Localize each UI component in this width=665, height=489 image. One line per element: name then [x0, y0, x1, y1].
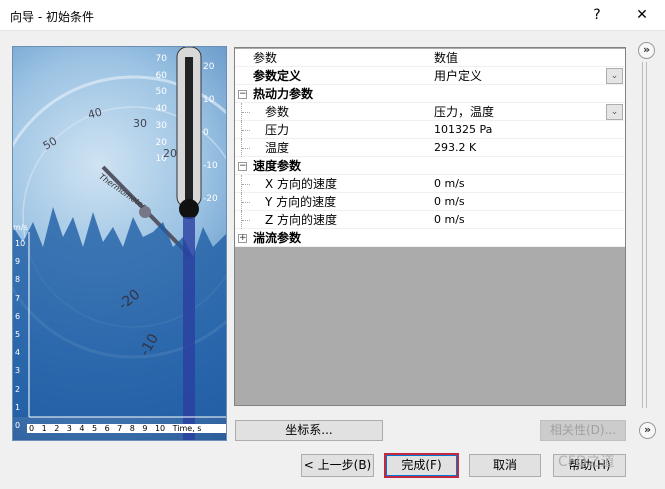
row-label: 温度 — [265, 141, 290, 155]
thermo-tick: 60 — [155, 70, 167, 81]
chevron-down-icon[interactable]: ⌄ — [606, 68, 623, 84]
x-tick: 5 — [91, 424, 98, 433]
title-bar: 向导 - 初始条件 ? ✕ — [0, 0, 665, 31]
row-value[interactable]: 用户定义 — [434, 67, 482, 85]
tree-line — [241, 211, 251, 229]
tree-line — [241, 175, 251, 193]
row-value[interactable]: 101325 Pa — [434, 121, 492, 139]
tree-line — [241, 121, 251, 139]
row-label: 参数定义 — [253, 69, 302, 83]
row-value[interactable]: 0 m/s — [434, 175, 465, 193]
y-tick: 10 — [15, 239, 26, 248]
row-label: 湍流参数 — [253, 231, 302, 245]
thermometer-illustration — [13, 47, 226, 440]
x-tick: 8 — [129, 424, 135, 433]
x-tick: 2 — [54, 424, 60, 433]
thermo-tick: 40 — [155, 104, 167, 115]
cancel-button[interactable]: 取消 — [469, 454, 541, 477]
wizard-illustration: 70 60 50 40 30 20 10 20 10 0 -10 -20 50 … — [12, 46, 227, 441]
expand-button[interactable]: » — [639, 422, 656, 439]
coordinate-system-button[interactable]: 坐标系... — [235, 420, 383, 441]
row-value[interactable]: 293.2 K — [434, 139, 476, 157]
header-param: 参数 — [253, 51, 278, 65]
x-tick: 3 — [66, 424, 72, 433]
watermark: CFD之道 — [558, 454, 615, 470]
grid-header: 参数 数值 — [235, 49, 625, 67]
x-tick: 7 — [117, 424, 123, 433]
y-tick: 0 — [15, 421, 21, 431]
panel-splitter[interactable] — [642, 62, 647, 408]
y-tick: 7 — [15, 293, 21, 303]
row-value[interactable]: 0 m/s — [434, 211, 465, 229]
row-label: 热动力参数 — [253, 87, 314, 101]
y-axis-label: m/s — [13, 223, 28, 232]
grid-row-params[interactable]: 参数 压力，温度 ⌄ — [235, 103, 625, 121]
grid-category-thermo[interactable]: − 热动力参数 — [235, 85, 625, 103]
row-value[interactable]: 压力，温度 — [434, 103, 494, 121]
y-tick: 6 — [15, 311, 21, 321]
row-value[interactable]: 0 m/s — [434, 193, 465, 211]
window-title: 向导 - 初始条件 — [10, 10, 94, 24]
collapse-icon[interactable]: − — [238, 162, 247, 171]
x-tick: 9 — [142, 424, 148, 433]
row-label: 参数 — [265, 105, 290, 119]
expand-panel-button[interactable]: » — [638, 42, 655, 59]
y-tick: 2 — [15, 384, 21, 394]
row-label: Y 方向的速度 — [265, 195, 337, 209]
y-tick: 1 — [15, 402, 21, 412]
dependency-button: 相关性(D)... — [540, 420, 626, 441]
y-tick: 9 — [15, 257, 21, 267]
thermo-tick: 70 — [155, 54, 167, 64]
tree-line — [241, 193, 251, 211]
row-label: 压力 — [265, 123, 290, 137]
tree-line — [241, 139, 251, 157]
thermo-tick: 10 — [203, 95, 215, 105]
close-icon[interactable]: ✕ — [627, 4, 657, 26]
thermo-tick: 30 — [155, 120, 167, 131]
tree-line — [241, 103, 251, 121]
thermo-tick: 0 — [203, 128, 209, 138]
chevron-down-icon[interactable]: ⌄ — [606, 104, 623, 120]
grid-row-temperature[interactable]: 温度 293.2 K — [235, 139, 625, 157]
expand-icon[interactable]: + — [238, 234, 247, 243]
collapse-icon[interactable]: − — [238, 90, 247, 99]
x-tick: 0 — [29, 424, 35, 433]
y-tick: 4 — [15, 348, 21, 358]
grid-category-velocity[interactable]: − 速度参数 — [235, 157, 625, 175]
help-icon[interactable]: ? — [582, 4, 612, 26]
row-label: Z 方向的速度 — [265, 213, 338, 227]
x-tick: 1 — [41, 424, 47, 433]
finish-button[interactable]: 完成(F) — [384, 453, 459, 478]
grid-category-turbulence[interactable]: + 湍流参数 — [235, 229, 625, 247]
x-tick: 6 — [104, 424, 110, 433]
dial-label: 20 — [163, 147, 177, 160]
property-grid: 参数 数值 参数定义 用户定义 ⌄ − 热动力参数 参数 压力，温度 ⌄ 压力 … — [234, 47, 626, 406]
thermo-tick: -20 — [203, 194, 218, 204]
grid-row-vx[interactable]: X 方向的速度 0 m/s — [235, 175, 625, 193]
x-tick: 4 — [79, 424, 85, 433]
x-axis-label: Time, s — [172, 424, 202, 433]
dial-label: 30 — [133, 117, 147, 130]
grid-row-param-def[interactable]: 参数定义 用户定义 ⌄ — [235, 67, 625, 85]
row-label: X 方向的速度 — [265, 177, 338, 191]
thermo-tick: 20 — [203, 62, 215, 72]
thermo-tick: -10 — [203, 161, 218, 171]
thermo-tick: 50 — [155, 87, 167, 98]
grid-row-vz[interactable]: Z 方向的速度 0 m/s — [235, 211, 625, 229]
y-tick: 5 — [15, 330, 21, 340]
back-button[interactable]: < 上一步(B) — [301, 454, 374, 477]
y-tick: 8 — [15, 275, 21, 285]
grid-row-pressure[interactable]: 压力 101325 Pa — [235, 121, 625, 139]
row-label: 速度参数 — [253, 159, 302, 173]
grid-row-vy[interactable]: Y 方向的速度 0 m/s — [235, 193, 625, 211]
x-tick: 10 — [154, 424, 166, 433]
header-value: 数值 — [434, 51, 459, 65]
y-tick: 3 — [15, 366, 21, 376]
